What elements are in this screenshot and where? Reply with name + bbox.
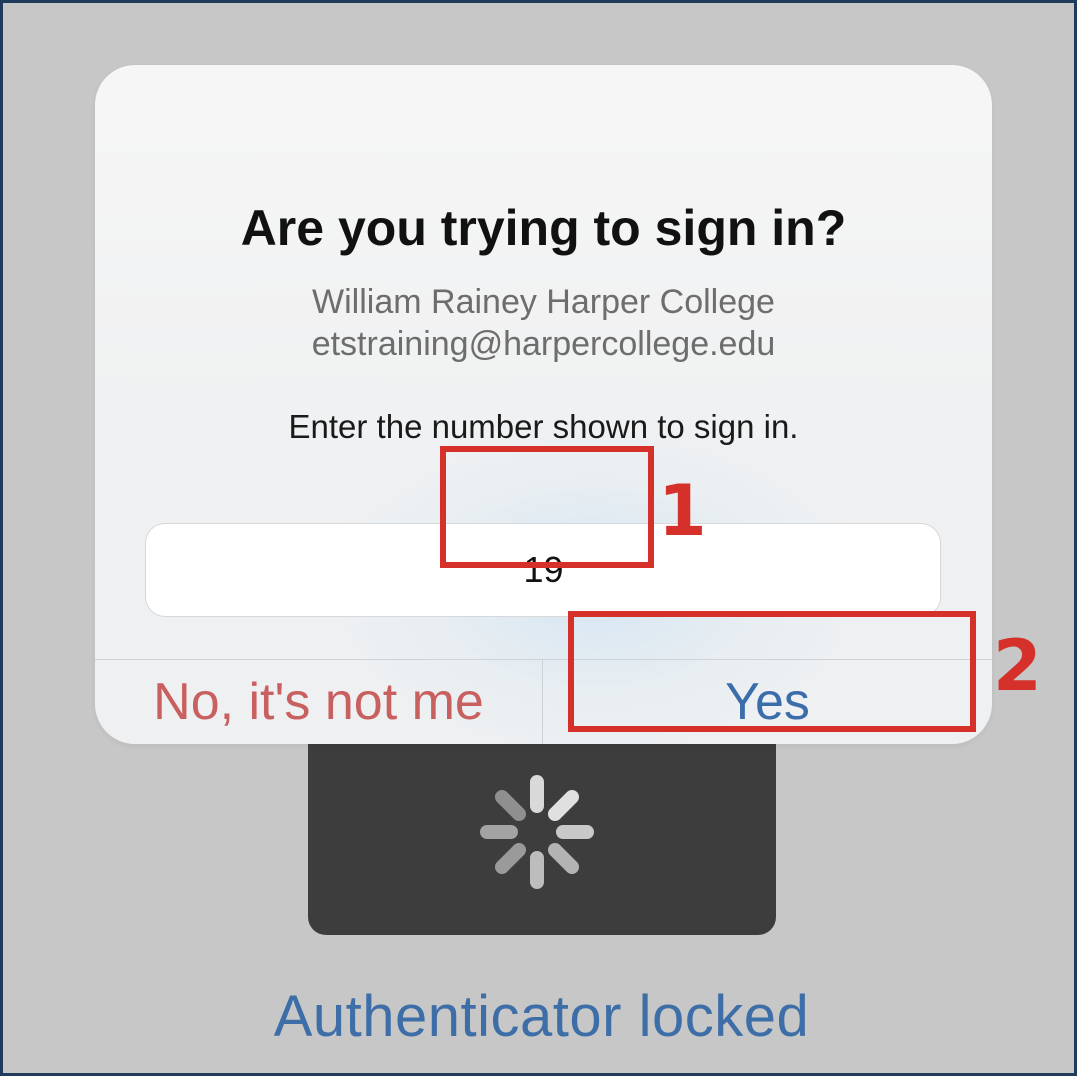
callout-box-yes xyxy=(568,611,976,732)
loading-spinner-icon xyxy=(480,775,594,889)
screenshot-frame: Authenticator locked Are you trying to s… xyxy=(0,0,1077,1076)
deny-button[interactable]: No, it's not me xyxy=(95,660,542,744)
account-info: William Rainey Harper College etstrainin… xyxy=(95,281,992,365)
callout-label-1: 1 xyxy=(658,470,707,552)
authenticator-locked-text: Authenticator locked xyxy=(273,984,810,1049)
account-email: etstraining@harpercollege.edu xyxy=(311,325,776,363)
organization-name: William Rainey Harper College xyxy=(312,283,775,321)
instruction-text: Enter the number shown to sign in. xyxy=(288,408,799,445)
dialog-title: Are you trying to sign in? xyxy=(240,200,847,256)
callout-label-2: 2 xyxy=(993,625,1042,707)
callout-box-number xyxy=(440,446,654,568)
